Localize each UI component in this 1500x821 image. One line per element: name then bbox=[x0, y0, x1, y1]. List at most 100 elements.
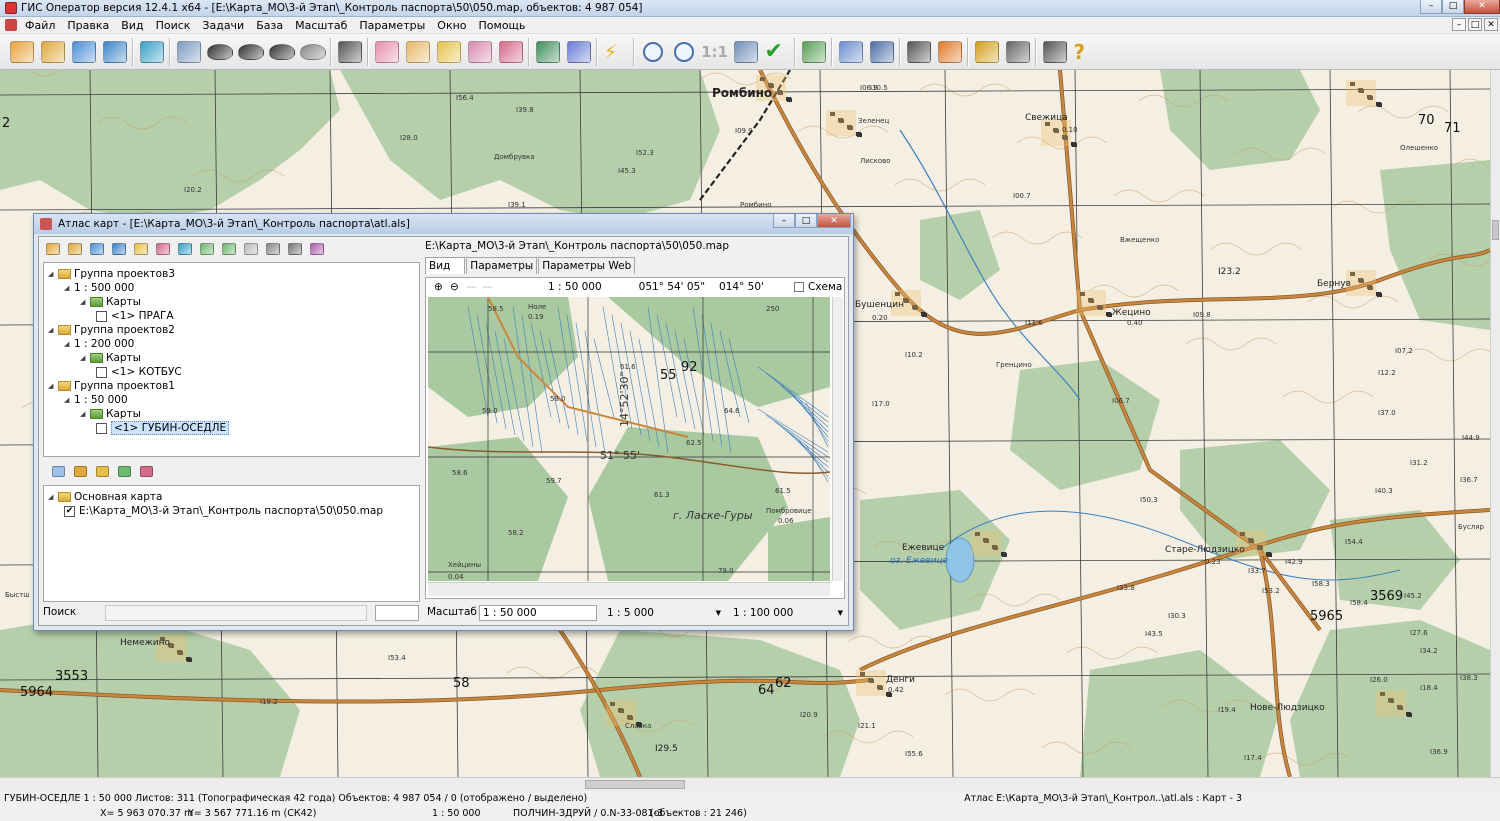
fit-icon[interactable]: — bbox=[482, 281, 498, 293]
expand-arrow-icon[interactable]: ◢ bbox=[64, 284, 74, 292]
maximize-button[interactable]: □ bbox=[1442, 0, 1464, 14]
open-atlas-button[interactable] bbox=[68, 37, 99, 67]
tree-node[interactable]: ◢ Основная карта bbox=[48, 490, 162, 504]
add-object-button[interactable] bbox=[433, 37, 464, 67]
expand-arrow-icon[interactable]: ◢ bbox=[48, 493, 58, 501]
print-button[interactable] bbox=[1002, 37, 1033, 67]
binoculars-more-button[interactable] bbox=[266, 37, 297, 67]
atlas-close-button[interactable]: ✕ bbox=[817, 214, 851, 228]
expand-arrow-icon[interactable]: ◢ bbox=[64, 340, 74, 348]
tree-node[interactable]: <1> ПРАГА bbox=[96, 309, 174, 323]
tree-node[interactable]: ◢ 1 : 50 000 bbox=[64, 393, 128, 407]
close-button[interactable]: ✕ bbox=[1464, 0, 1500, 14]
open-project-button[interactable] bbox=[65, 240, 85, 258]
binoculars-gray-button[interactable] bbox=[297, 37, 328, 67]
zoom-extent-button[interactable] bbox=[730, 37, 761, 67]
preview-horizontal-scrollbar[interactable] bbox=[428, 582, 830, 596]
print-button[interactable] bbox=[241, 240, 261, 258]
expand-arrow-icon[interactable]: ◢ bbox=[48, 270, 58, 278]
mdi-close-button[interactable]: ✕ bbox=[1484, 18, 1498, 31]
menu-view[interactable]: Вид bbox=[115, 19, 149, 32]
refresh-button[interactable] bbox=[197, 240, 217, 258]
tree-node[interactable]: ◢ 1 : 200 000 bbox=[64, 337, 134, 351]
search-input[interactable] bbox=[105, 605, 367, 621]
dropdown-icon[interactable]: ▼ bbox=[716, 605, 721, 621]
route-button[interactable] bbox=[971, 37, 1002, 67]
zoom-1to1-button[interactable]: 1:1 bbox=[699, 37, 730, 67]
layers-button[interactable] bbox=[136, 37, 167, 67]
min-scale-select[interactable]: 1 : 5 000 ▼ bbox=[607, 605, 723, 621]
zoom-in-button[interactable] bbox=[668, 37, 699, 67]
delete-object-button[interactable] bbox=[495, 37, 526, 67]
add-map-button[interactable] bbox=[71, 463, 89, 479]
tab-view[interactable]: Вид bbox=[425, 257, 466, 274]
menu-window[interactable]: Окно bbox=[431, 19, 472, 32]
menu-file[interactable]: Файл bbox=[19, 19, 61, 32]
menu-help[interactable]: Помощь bbox=[473, 19, 532, 32]
cursor-button[interactable] bbox=[835, 37, 866, 67]
open-globe-button[interactable] bbox=[99, 37, 130, 67]
delete-button[interactable] bbox=[153, 240, 173, 258]
max-scale-select[interactable]: 1 : 100 000 ▼ bbox=[733, 605, 845, 621]
tree-node[interactable]: ◢ Карты bbox=[80, 295, 141, 309]
tree-node[interactable]: ◢ Карты bbox=[80, 407, 141, 421]
open-atlas-button[interactable] bbox=[43, 240, 63, 258]
new-button[interactable] bbox=[131, 240, 151, 258]
expand-arrow-icon[interactable]: ◢ bbox=[48, 326, 58, 334]
open-folder-button[interactable] bbox=[6, 37, 37, 67]
expand-arrow-icon[interactable]: ◢ bbox=[48, 382, 58, 390]
book-button[interactable] bbox=[307, 240, 327, 258]
pencil-button[interactable] bbox=[934, 37, 965, 67]
zoom-out-button[interactable] bbox=[637, 37, 668, 67]
binoculars-button[interactable] bbox=[204, 37, 235, 67]
document-icon[interactable] bbox=[5, 19, 17, 31]
text-edit-button[interactable] bbox=[903, 37, 934, 67]
search-button-field[interactable] bbox=[375, 605, 419, 621]
preview-map[interactable]: Ноле 0.19 58.5 61.6 55 92 59.0 58.0 62.5 64.6 51° … bbox=[428, 297, 830, 581]
map-checkbox[interactable] bbox=[96, 310, 107, 322]
mdi-minimize-button[interactable]: – bbox=[1452, 18, 1466, 31]
preview-map-canvas[interactable]: Ноле 0.19 58.5 61.6 55 92 59.0 58.0 62.5 64.6 51° … bbox=[428, 297, 830, 581]
menu-parameters[interactable]: Параметры bbox=[353, 19, 431, 32]
menu-tasks[interactable]: Задачи bbox=[196, 19, 250, 32]
help-button[interactable]: ? bbox=[1070, 37, 1101, 67]
print-preview-button[interactable] bbox=[263, 240, 283, 258]
map-list-tree[interactable]: ◢ Основная карта ✔ E:\Карта_МО\3-й Этап\_Ко… bbox=[43, 485, 420, 602]
screen-frame-button[interactable] bbox=[532, 37, 563, 67]
tree-node[interactable]: <1> КОТБУС bbox=[96, 365, 182, 379]
zoom-out-icon[interactable]: ⊖ bbox=[450, 281, 466, 293]
binoculars-text-button[interactable] bbox=[235, 37, 266, 67]
menu-search[interactable]: Поиск bbox=[150, 19, 197, 32]
atlas-title-bar[interactable]: Атлас карт - [E:\Карта_МО\3-й Этап\_Конт… bbox=[34, 214, 853, 234]
legend-list-button[interactable] bbox=[334, 37, 365, 67]
tree-node[interactable]: ◢ Группа проектов3 bbox=[48, 267, 175, 281]
export-button[interactable] bbox=[175, 240, 195, 258]
tree-node[interactable]: ◢ 1 : 500 000 bbox=[64, 281, 134, 295]
edit-object-button[interactable] bbox=[464, 37, 495, 67]
expand-arrow-icon[interactable]: ◢ bbox=[80, 410, 90, 418]
minimize-button[interactable]: – bbox=[1420, 0, 1442, 14]
preview-vertical-scrollbar[interactable] bbox=[832, 297, 843, 581]
dropdown-icon[interactable]: ▼ bbox=[838, 605, 843, 621]
table-button[interactable] bbox=[866, 37, 897, 67]
tab-parameters-web[interactable]: Параметры Web bbox=[538, 257, 636, 274]
tab-parameters[interactable]: Параметры bbox=[466, 257, 538, 274]
map-checkbox[interactable] bbox=[96, 422, 107, 434]
expand-arrow-icon[interactable]: ◢ bbox=[80, 298, 90, 306]
schema-checkbox[interactable] bbox=[793, 282, 804, 292]
vertical-scrollbar[interactable] bbox=[1490, 70, 1500, 777]
vertical-scroll-thumb[interactable] bbox=[1492, 220, 1499, 240]
list-view-button[interactable] bbox=[173, 37, 204, 67]
lightning-button[interactable]: ⚡ bbox=[600, 37, 631, 67]
find-button[interactable] bbox=[285, 240, 305, 258]
save-button[interactable] bbox=[87, 240, 107, 258]
map-checkbox[interactable] bbox=[96, 366, 107, 378]
pan-icon[interactable]: — bbox=[466, 281, 482, 293]
expand-arrow-icon[interactable]: ◢ bbox=[80, 354, 90, 362]
tree-node[interactable]: ◢ Группа проектов2 bbox=[48, 323, 175, 337]
tree-node[interactable]: ◢ Карты bbox=[80, 351, 141, 365]
print-preview-button[interactable] bbox=[1039, 37, 1070, 67]
menu-edit[interactable]: Правка bbox=[61, 19, 115, 32]
refresh-button[interactable] bbox=[49, 463, 67, 479]
3d-globe-button[interactable] bbox=[563, 37, 594, 67]
